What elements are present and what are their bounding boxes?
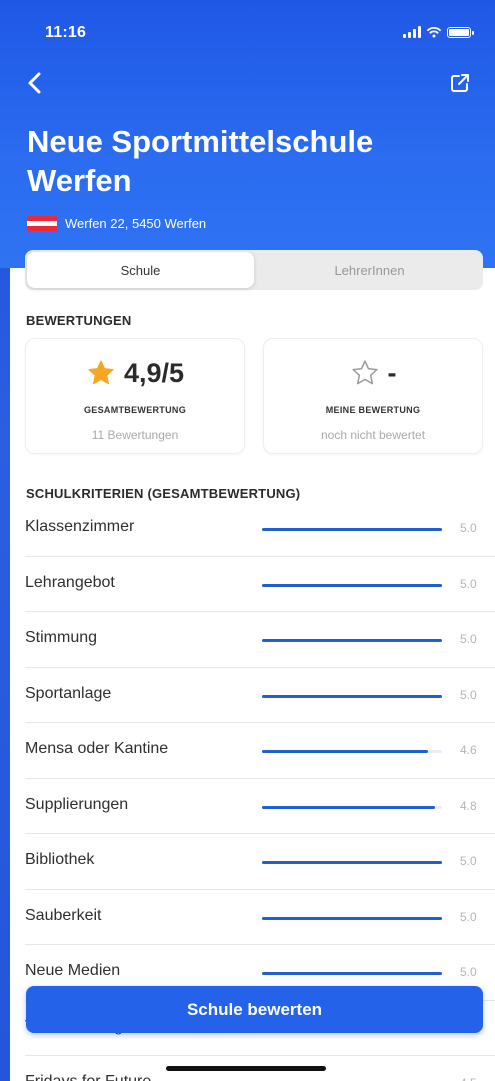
criteria-label: Sauberkeit xyxy=(25,906,102,924)
my-rating-label: MEINE BEWERTUNG xyxy=(325,405,421,415)
criteria-bar-fill xyxy=(262,972,442,975)
criteria-bar-fill xyxy=(262,750,428,753)
criteria-bar-track xyxy=(262,861,442,864)
criteria-label: Supplierungen xyxy=(25,795,129,813)
criteria-bar-fill xyxy=(262,861,442,864)
external-link-icon[interactable] xyxy=(449,72,471,94)
home-indicator xyxy=(166,1066,326,1071)
criteria-bar-fill xyxy=(262,916,442,920)
ratings-section-title: BEWERTUNGEN xyxy=(26,313,132,328)
overall-rating-label: GESAMTBEWERTUNG xyxy=(84,405,186,415)
school-title: Neue Sportmittelschule Werfen xyxy=(27,124,374,198)
criteria-row: Bibliothek 5.0 xyxy=(25,834,495,890)
criteria-bar-fill xyxy=(262,805,435,809)
austria-flag-icon xyxy=(27,216,57,231)
criteria-label: Klassenzimmer xyxy=(25,518,135,535)
my-rating-card[interactable]: - MEINE BEWERTUNG noch nicht bewertet xyxy=(263,338,483,454)
criteria-bar-fill xyxy=(262,583,442,587)
criteria-bar-fill xyxy=(262,528,442,531)
criteria-bar-track xyxy=(262,916,442,920)
criteria-bar-track xyxy=(262,805,442,809)
tab-schule[interactable]: Schule xyxy=(27,252,254,288)
criteria-bar-track xyxy=(262,750,442,753)
criteria-value: 5.0 xyxy=(460,632,477,646)
criteria-value: 5.0 xyxy=(460,521,477,535)
criteria-bar-track xyxy=(262,972,442,975)
address-text: Werfen 22, 5450 Werfen xyxy=(65,216,207,231)
criteria-bar-track xyxy=(262,639,442,642)
rate-school-button[interactable]: Schule bewerten xyxy=(26,986,483,1033)
criteria-bar-fill xyxy=(262,694,442,698)
wifi-icon xyxy=(427,27,441,38)
criteria-label: Bibliothek xyxy=(25,851,95,868)
overall-rating-card: 4,9/5 GESAMTBEWERTUNG 11 Bewertungen xyxy=(25,338,245,454)
overall-rating-count: 11 Bewertungen xyxy=(91,428,179,442)
criteria-value: 4.8 xyxy=(460,798,477,813)
my-rating-value: - xyxy=(387,357,397,388)
criteria-value: 5.0 xyxy=(460,576,477,591)
criteria-row: Sportanlage 5.0 xyxy=(25,668,495,723)
criteria-bar-track xyxy=(262,583,442,587)
status-icons xyxy=(403,26,474,38)
criteria-row: Stimmung 5.0 xyxy=(25,612,495,668)
criteria-label: Sportanlage xyxy=(25,684,112,702)
criteria-bar-track xyxy=(262,528,442,531)
criteria-value: 5.0 xyxy=(460,854,477,868)
star-outline-icon xyxy=(351,360,378,385)
tab-lehrerinnen[interactable]: LehrerInnen xyxy=(256,250,483,290)
segmented-tabs: Schule LehrerInnen xyxy=(25,250,483,290)
criteria-row: Mensa oder Kantine 4.6 xyxy=(25,723,495,779)
criteria-label: Mensa oder Kantine xyxy=(25,740,169,757)
criteria-value: 5.0 xyxy=(460,687,477,702)
battery-icon xyxy=(447,26,474,38)
criteria-value: 4.6 xyxy=(460,743,477,757)
my-rating-row: - xyxy=(350,353,397,393)
my-rating-status: noch nicht bewertet xyxy=(320,428,426,442)
criteria-label: Stimmung xyxy=(25,629,98,646)
school-address: Werfen 22, 5450 Werfen xyxy=(27,216,206,231)
signal-icon xyxy=(403,26,421,38)
criteria-value: 5.0 xyxy=(460,965,477,979)
overall-rating-row: 4,9/5 xyxy=(86,353,184,393)
criteria-label: Lehrangebot xyxy=(25,573,115,591)
criteria-label: Neue Medien xyxy=(25,962,121,979)
status-time: 11:16 xyxy=(45,24,87,41)
criteria-row: Lehrangebot 5.0 xyxy=(25,557,495,612)
rating-cards: 4,9/5 GESAMTBEWERTUNG 11 Bewertungen - M… xyxy=(25,338,483,454)
criteria-row: Klassenzimmer 5.0 xyxy=(25,501,495,557)
criteria-label: Fridays for Future xyxy=(25,1073,151,1081)
criteria-row: Supplierungen 4.8 xyxy=(25,779,495,834)
criteria-value: 4.5 xyxy=(460,1076,477,1081)
school-detail-screen: 11:16 Neue Sportmittelschule Werfen Werf… xyxy=(0,0,495,1081)
overall-rating-value: 4,9/5 xyxy=(123,357,185,388)
star-filled-icon xyxy=(88,360,114,385)
criteria-bar-track xyxy=(262,694,442,698)
criteria-section-title: SCHULKRITERIEN (GESAMTBEWERTUNG) xyxy=(26,486,301,501)
criteria-bar-fill xyxy=(262,639,442,642)
header: 11:16 Neue Sportmittelschule Werfen Werf… xyxy=(0,0,495,268)
back-arrow-icon[interactable] xyxy=(22,68,50,98)
criteria-value: 5.0 xyxy=(460,909,477,924)
criteria-row: Sauberkeit 5.0 xyxy=(25,890,495,945)
